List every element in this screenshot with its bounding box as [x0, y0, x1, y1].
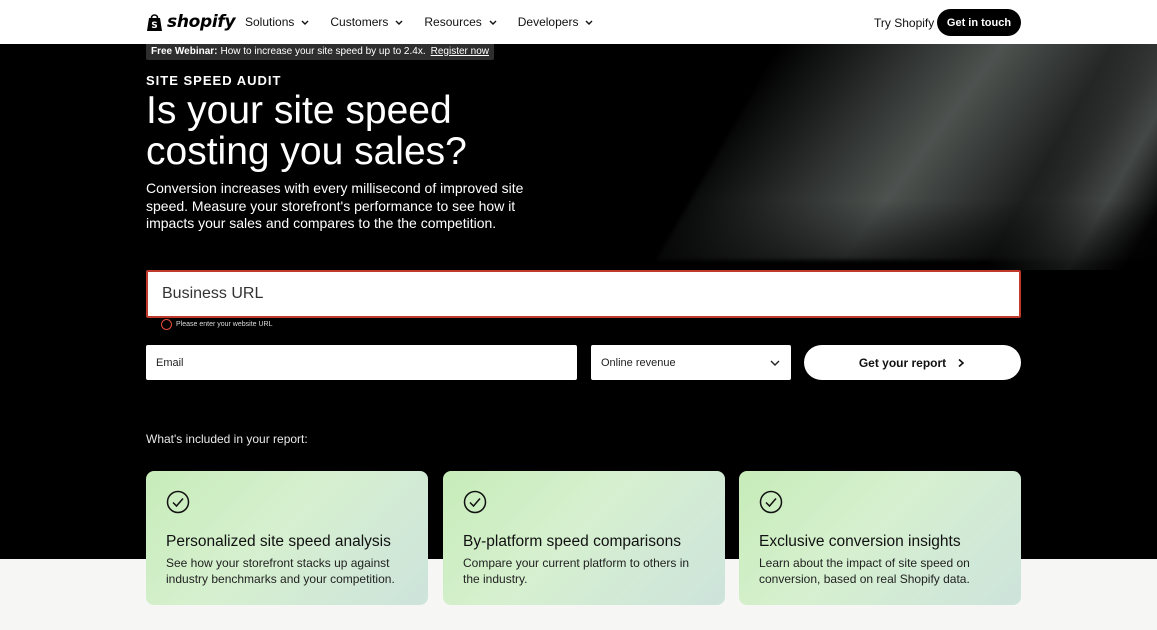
- shopify-logo[interactable]: S shopify: [146, 12, 236, 32]
- webinar-label: Free Webinar:: [151, 45, 218, 57]
- url-error-message: Please enter your website URL: [161, 319, 273, 330]
- try-shopify-link[interactable]: Try Shopify: [874, 16, 934, 30]
- chevron-right-icon: [958, 358, 965, 367]
- nav-resources-label: Resources: [424, 15, 482, 29]
- nav-customers[interactable]: Customers: [330, 15, 404, 29]
- feature-card-text: Compare your current platform to others …: [463, 556, 690, 586]
- feature-card-conversion-insights: Exclusive conversion insights Learn abou…: [739, 471, 1021, 605]
- email-placeholder: Email: [156, 356, 184, 369]
- shopping-bag-icon: S: [147, 14, 162, 31]
- check-circle-icon: [463, 490, 487, 514]
- included-heading: What's included in your report:: [146, 432, 308, 446]
- nav-customers-label: Customers: [330, 15, 389, 29]
- main-nav: Solutions Customers Resources Developers: [245, 0, 594, 44]
- chevron-down-icon: [395, 20, 403, 25]
- feature-card-title: Personalized site speed analysis: [166, 533, 391, 550]
- check-circle-icon: [166, 490, 190, 514]
- feature-card-platform-comparisons: By-platform speed comparisons Compare yo…: [443, 471, 725, 605]
- feature-card-speed-analysis: Personalized site speed analysis See how…: [146, 471, 428, 605]
- nav-developers[interactable]: Developers: [518, 15, 595, 29]
- chevron-down-icon: [301, 20, 309, 25]
- chevron-down-icon: [770, 360, 780, 366]
- chevron-down-icon: [489, 20, 497, 25]
- nav-solutions[interactable]: Solutions: [245, 15, 310, 29]
- page-eyebrow: SITE SPEED AUDIT: [146, 73, 282, 88]
- business-url-placeholder: Business URL: [162, 285, 264, 302]
- feature-card-title: By-platform speed comparisons: [463, 533, 681, 550]
- logo-wordmark: shopify: [167, 12, 236, 32]
- svg-text:S: S: [151, 21, 157, 31]
- online-revenue-value: Online revenue: [601, 356, 676, 369]
- online-revenue-select[interactable]: Online revenue: [591, 345, 791, 380]
- business-url-input[interactable]: Business URL: [146, 270, 1021, 318]
- get-report-label: Get your report: [858, 355, 947, 370]
- hero-description: Conversion increases with every millisec…: [146, 180, 524, 231]
- nav-solutions-label: Solutions: [245, 15, 295, 29]
- webinar-banner: Free Webinar: How to increase your site …: [146, 42, 494, 60]
- feature-card-text: Learn about the impact of site speed on …: [759, 556, 970, 586]
- register-now-link[interactable]: Register now: [431, 46, 489, 57]
- error-icon: [161, 319, 172, 330]
- check-circle-icon: [759, 490, 783, 514]
- feature-card-text: See how your storefront stacks up agains…: [166, 556, 395, 586]
- webinar-text: How to increase your site speed by up to…: [220, 45, 426, 57]
- page-title: Is your site speed costing you sales?: [146, 89, 467, 173]
- chevron-down-icon: [585, 20, 593, 25]
- url-error-text: Please enter your website URL: [176, 321, 273, 328]
- top-navigation-bar: S shopify Solutions Customers Resources …: [0, 0, 1157, 44]
- nav-developers-label: Developers: [517, 15, 579, 29]
- nav-resources[interactable]: Resources: [424, 15, 497, 29]
- get-report-button[interactable]: Get your report: [804, 345, 1021, 380]
- feature-card-title: Exclusive conversion insights: [759, 533, 961, 550]
- email-input[interactable]: Email: [146, 345, 577, 380]
- get-in-touch-button[interactable]: Get in touch: [937, 9, 1021, 36]
